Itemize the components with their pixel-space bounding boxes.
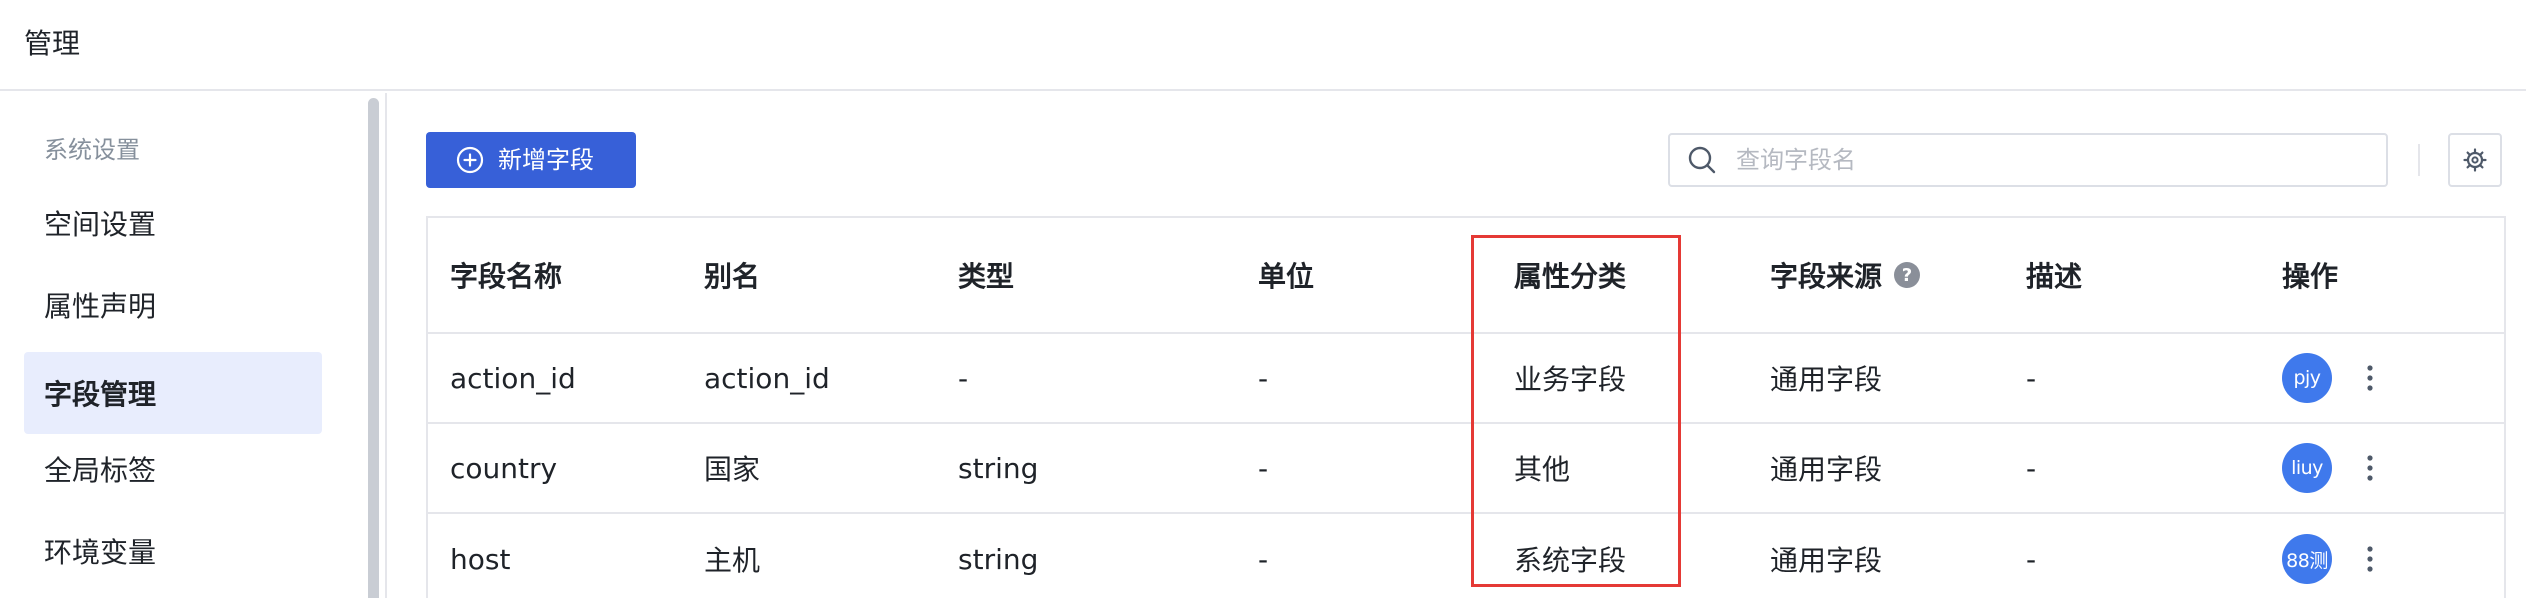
column-header-unit: 单位 xyxy=(1258,260,1315,293)
more-vertical-icon[interactable] xyxy=(2358,514,2382,598)
sidebar-item-space-settings[interactable]: 空间设置 xyxy=(24,182,322,264)
cell-category: 业务字段 xyxy=(1514,363,1627,396)
cell-name: action_id xyxy=(450,361,576,395)
cell-type: - xyxy=(958,361,969,395)
more-vertical-icon[interactable] xyxy=(2358,424,2382,512)
sidebar-item-global-tags[interactable]: 全局标签 xyxy=(24,428,322,510)
sidebar-item-label: 属性声明 xyxy=(44,290,157,323)
plus-circle-icon xyxy=(456,146,484,174)
sidebar-item-field-management[interactable]: 字段管理 xyxy=(24,352,322,434)
cell-category: 系统字段 xyxy=(1514,544,1627,577)
avatar[interactable]: liuy xyxy=(2282,443,2332,493)
settings-button[interactable] xyxy=(2448,133,2502,187)
toolbar-separator xyxy=(2418,144,2420,176)
cell-alias: action_id xyxy=(704,361,830,395)
column-header-type: 类型 xyxy=(958,260,1015,293)
column-header-description: 描述 xyxy=(2026,260,2083,293)
cell-description: - xyxy=(2026,451,2037,485)
cell-category: 其他 xyxy=(1514,453,1571,486)
search-icon xyxy=(1688,146,1716,174)
more-vertical-icon[interactable] xyxy=(2358,334,2382,422)
sidebar-item-env-variables[interactable]: 环境变量 xyxy=(24,510,322,592)
sidebar-item-attribute-declaration[interactable]: 属性声明 xyxy=(24,264,322,346)
sidebar-item-label: 空间设置 xyxy=(44,208,157,241)
sidebar-group-label: 系统设置 xyxy=(44,136,140,164)
cell-alias: 主机 xyxy=(704,544,761,577)
cell-actions: liuy xyxy=(2282,424,2332,512)
table-row: host 主机 string - 系统字段 通用字段 - 88测 xyxy=(428,514,2504,598)
cell-unit: - xyxy=(1258,361,1269,395)
page: 管理 系统设置 空间设置 属性声明 字段管理 全局标签 环境变量 新增字段 查询… xyxy=(0,0,2526,598)
sidebar-scrollbar[interactable] xyxy=(368,98,379,598)
column-header-name: 字段名称 xyxy=(450,260,563,293)
column-header-actions: 操作 xyxy=(2282,260,2339,293)
search-box xyxy=(1668,133,2388,187)
help-icon[interactable]: ? xyxy=(1894,262,1921,288)
content-divider xyxy=(385,93,387,598)
cell-actions: pjy xyxy=(2282,334,2332,422)
column-header-category: 属性分类 xyxy=(1514,260,1627,293)
cell-actions: 88测 xyxy=(2282,514,2332,598)
cell-type: string xyxy=(958,451,1039,485)
sidebar-item-label: 环境变量 xyxy=(44,536,157,569)
cell-source: 通用字段 xyxy=(1770,363,1883,396)
search-input[interactable] xyxy=(1736,146,2336,174)
page-header: 管理 xyxy=(0,0,2526,91)
cell-unit: - xyxy=(1258,542,1269,576)
column-header-alias: 别名 xyxy=(704,260,761,293)
cell-description: - xyxy=(2026,361,2037,395)
page-title: 管理 xyxy=(24,27,81,60)
sidebar-item-label: 字段管理 xyxy=(44,378,157,411)
sidebar-item-label: 全局标签 xyxy=(44,454,157,487)
gear-icon xyxy=(2463,148,2487,172)
table-row: action_id action_id - - 业务字段 通用字段 - pjy xyxy=(428,334,2504,424)
cell-name: country xyxy=(450,451,558,485)
sidebar: 系统设置 空间设置 属性声明 字段管理 全局标签 环境变量 xyxy=(0,93,388,598)
table-row: country 国家 string - 其他 通用字段 - liuy xyxy=(428,424,2504,514)
cell-name: host xyxy=(450,542,511,576)
cell-type: string xyxy=(958,542,1039,576)
table-header-row: 字段名称 别名 类型 单位 属性分类 字段来源 ? 描述 操作 xyxy=(428,218,2504,334)
avatar[interactable]: 88测 xyxy=(2282,534,2332,584)
cell-description: - xyxy=(2026,542,2037,576)
add-field-label: 新增字段 xyxy=(498,146,594,174)
avatar[interactable]: pjy xyxy=(2282,353,2332,403)
column-header-source-label: 字段来源 xyxy=(1770,260,1883,293)
cell-source: 通用字段 xyxy=(1770,544,1883,577)
cell-alias: 国家 xyxy=(704,453,761,486)
fields-table: 字段名称 别名 类型 单位 属性分类 字段来源 ? 描述 操作 action_i… xyxy=(426,216,2506,598)
cell-source: 通用字段 xyxy=(1770,453,1883,486)
column-header-source: 字段来源 ? xyxy=(1770,218,1921,332)
add-field-button[interactable]: 新增字段 xyxy=(426,132,636,188)
cell-unit: - xyxy=(1258,451,1269,485)
